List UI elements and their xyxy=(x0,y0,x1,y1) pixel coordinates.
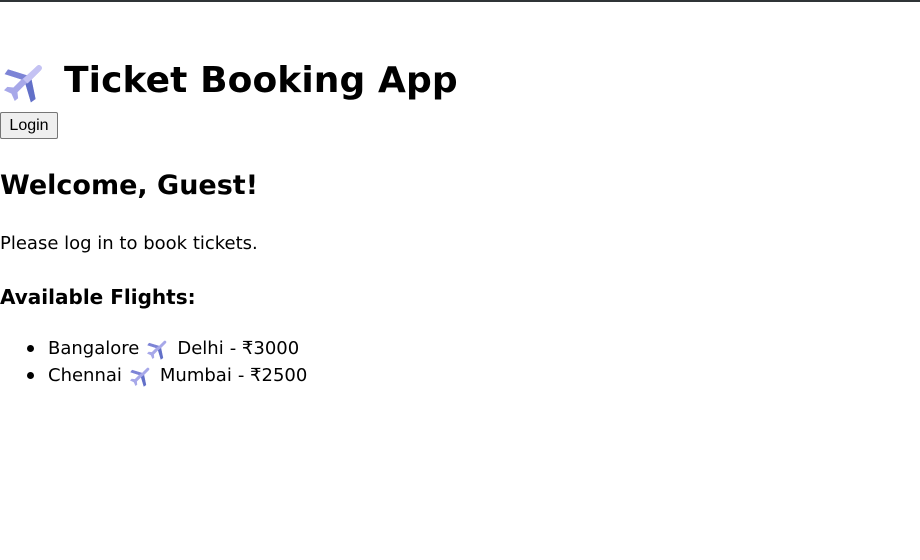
flight-destination: Mumbai xyxy=(159,365,232,386)
available-flights-heading: Available Flights: xyxy=(0,285,196,309)
flight-destination: Delhi xyxy=(177,338,224,359)
flight-price: - ₹2500 xyxy=(237,365,308,386)
flight-origin: Bangalore xyxy=(48,338,140,359)
login-message: Please log in to book tickets. xyxy=(0,233,258,254)
app-header: Ticket Booking App xyxy=(4,33,458,129)
welcome-heading: Welcome, Guest! xyxy=(0,170,259,201)
flight-list-item: Chennai Mumbai - ₹2500 xyxy=(0,362,307,389)
bullet-icon xyxy=(27,372,34,379)
flight-origin: Chennai xyxy=(48,365,122,386)
flight-list: Bangalore Delhi - ₹3000 Chennai Mumbai -… xyxy=(0,335,307,389)
bullet-icon xyxy=(27,345,34,352)
airplane-icon xyxy=(147,338,169,360)
top-border xyxy=(0,0,920,2)
airplane-icon xyxy=(129,365,152,387)
airplane-icon xyxy=(4,60,47,103)
flight-price: - ₹3000 xyxy=(229,338,300,359)
ticket-booking-page: Ticket Booking App Login Welcome, Guest!… xyxy=(0,0,920,560)
flight-list-item: Bangalore Delhi - ₹3000 xyxy=(0,335,307,362)
login-button[interactable]: Login xyxy=(0,112,58,139)
app-title: Ticket Booking App xyxy=(64,60,458,102)
